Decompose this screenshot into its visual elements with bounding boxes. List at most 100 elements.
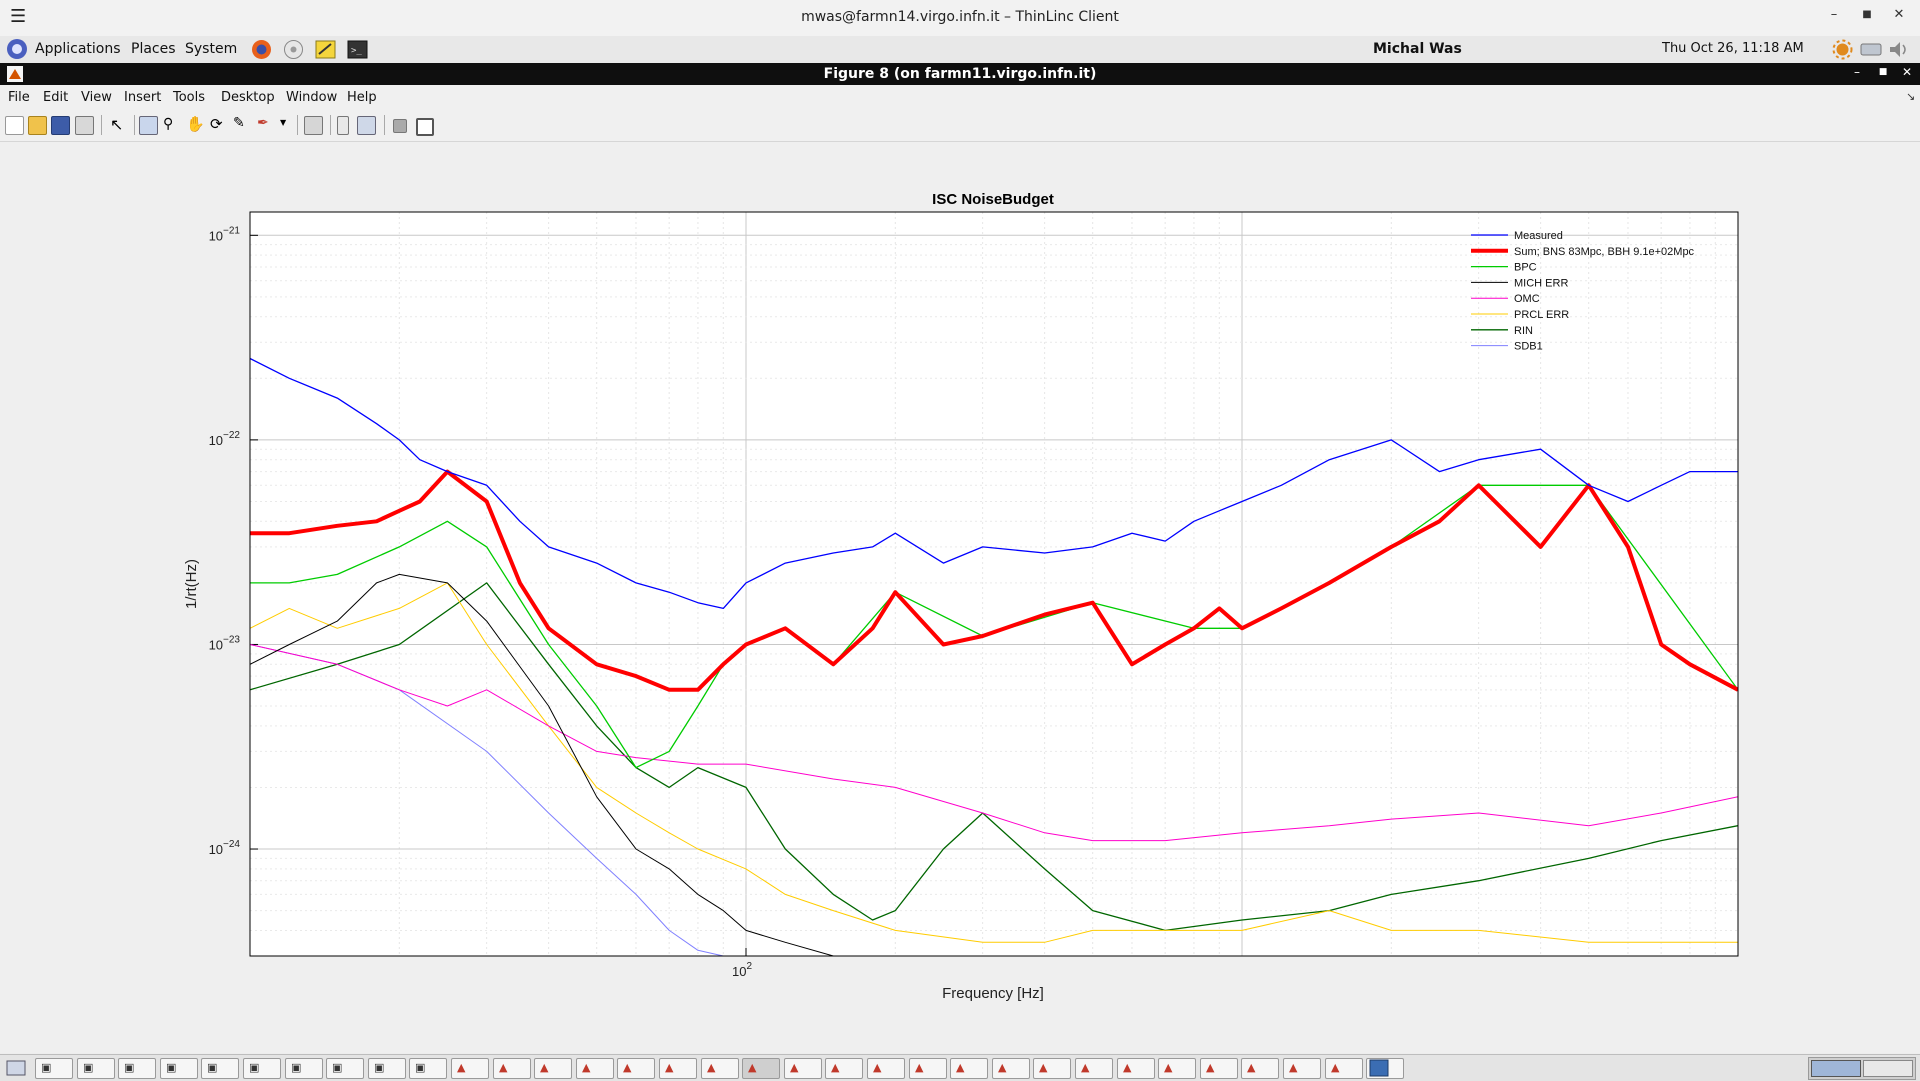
taskbar-window-button[interactable]: ▣ <box>326 1058 364 1079</box>
show-plot-tools-icon[interactable] <box>416 118 434 136</box>
new-figure-icon[interactable] <box>5 116 24 135</box>
brush-dropdown-icon[interactable]: ▼ <box>280 118 286 127</box>
workspace-2[interactable] <box>1863 1060 1913 1077</box>
taskbar-window-button[interactable]: ▲ <box>1200 1058 1238 1079</box>
pan-hand-icon[interactable]: ✋ <box>186 115 205 133</box>
minimize-icon[interactable]: – <box>1824 7 1844 22</box>
taskbar-window-button[interactable]: ▣ <box>243 1058 281 1079</box>
figure-minimize-icon[interactable]: – <box>1848 65 1866 79</box>
taskbar-window-button[interactable]: ▲ <box>1075 1058 1113 1079</box>
data-cursor-icon[interactable]: ✎ <box>233 115 245 131</box>
zoom-in-icon[interactable] <box>139 116 158 135</box>
y-axis-label: 1/rt(Hz) <box>183 559 200 609</box>
menu-window[interactable]: Window <box>286 90 337 105</box>
taskbar-window-button[interactable]: ▣ <box>118 1058 156 1079</box>
print-icon[interactable] <box>75 116 94 135</box>
network-icon[interactable] <box>1860 40 1882 59</box>
x-tick-label: 102 <box>732 961 752 979</box>
places-menu[interactable]: Places <box>131 41 176 57</box>
link-plot-icon[interactable] <box>304 116 323 135</box>
edit-plot-arrow-icon[interactable]: ↖ <box>110 115 123 134</box>
taskbar-window-button[interactable]: ▲ <box>451 1058 489 1079</box>
mail-client-icon[interactable] <box>283 39 304 60</box>
legend-entry-label: OMC <box>1514 293 1540 305</box>
noise-budget-chart[interactable]: ISC NoiseBudget 10−2110−2210−2310−24102 … <box>0 142 1920 1053</box>
menu-desktop[interactable]: Desktop <box>221 90 275 105</box>
taskbar-window-button[interactable]: ▣ <box>35 1058 73 1079</box>
firefox-icon[interactable] <box>251 39 272 60</box>
menu-tools[interactable]: Tools <box>173 90 205 105</box>
insert-legend-icon[interactable] <box>357 116 376 135</box>
svg-text:>_: >_ <box>351 46 362 56</box>
matlab-figure-icon: ▲ <box>499 1061 508 1074</box>
taskbar-window-button[interactable]: ▲ <box>1117 1058 1155 1079</box>
volume-icon[interactable] <box>1888 40 1910 59</box>
taskbar-window-button[interactable]: ▲ <box>784 1058 822 1079</box>
window-icon: ▣ <box>41 1061 52 1074</box>
clock[interactable]: Thu Oct 26, 11:18 AM <box>1662 41 1804 56</box>
hide-plot-tools-icon[interactable] <box>393 119 407 133</box>
taskbar-window-button[interactable]: ▲ <box>701 1058 739 1079</box>
save-icon[interactable] <box>51 116 70 135</box>
terminal-icon[interactable]: >_ <box>347 39 368 60</box>
chart-title: ISC NoiseBudget <box>932 191 1054 208</box>
user-name[interactable]: Michal Was <box>1373 41 1462 57</box>
taskbar-window-button[interactable]: ▲ <box>950 1058 988 1079</box>
matlab-figure-icon: ▲ <box>956 1061 965 1074</box>
taskbar-window-button[interactable]: ▲ <box>659 1058 697 1079</box>
taskbar-window-button[interactable]: ▲ <box>909 1058 947 1079</box>
window-icon: ▣ <box>332 1061 343 1074</box>
brush-icon[interactable]: ✒ <box>257 115 269 131</box>
terminal-launcher-icon[interactable] <box>1368 1057 1390 1079</box>
taskbar-window-button[interactable]: ▲ <box>825 1058 863 1079</box>
open-file-icon[interactable] <box>28 116 47 135</box>
close-icon[interactable]: ✕ <box>1889 7 1909 22</box>
matlab-figure-icon: ▲ <box>457 1061 466 1074</box>
matlab-figure-icon: ▲ <box>1206 1061 1215 1074</box>
gnome-foot-icon[interactable] <box>6 38 28 60</box>
menu-view[interactable]: View <box>81 90 112 105</box>
update-notifier-icon[interactable] <box>1832 39 1853 60</box>
rotate-3d-icon[interactable]: ⟳ <box>210 115 223 133</box>
insert-colorbar-icon[interactable] <box>337 116 349 135</box>
taskbar-window-button[interactable]: ▣ <box>409 1058 447 1079</box>
taskbar-window-button[interactable]: ▲ <box>742 1058 780 1079</box>
text-editor-icon[interactable] <box>315 39 336 60</box>
window-icon: ▣ <box>415 1061 426 1074</box>
figure-close-icon[interactable]: ✕ <box>1898 65 1916 79</box>
dock-arrow-icon[interactable]: ↘ <box>1906 90 1915 103</box>
taskbar-window-button[interactable]: ▣ <box>285 1058 323 1079</box>
menu-edit[interactable]: Edit <box>43 90 68 105</box>
zoom-out-icon[interactable]: ⚲ <box>163 116 173 132</box>
taskbar-window-button[interactable]: ▲ <box>576 1058 614 1079</box>
taskbar-window-button[interactable]: ▲ <box>1325 1058 1363 1079</box>
menu-file[interactable]: File <box>8 90 30 105</box>
taskbar-window-button[interactable]: ▲ <box>1158 1058 1196 1079</box>
taskbar-window-button[interactable]: ▲ <box>992 1058 1030 1079</box>
taskbar-window-button[interactable]: ▲ <box>1033 1058 1071 1079</box>
taskbar-window-button[interactable]: ▲ <box>617 1058 655 1079</box>
figure-maximize-icon[interactable]: ■ <box>1874 67 1892 77</box>
taskbar-window-button[interactable]: ▲ <box>493 1058 531 1079</box>
taskbar-window-button[interactable]: ▲ <box>534 1058 572 1079</box>
applications-menu[interactable]: Applications <box>35 41 121 57</box>
top-panel: Applications Places System >_ Michal Was… <box>0 36 1920 64</box>
workspace-1[interactable] <box>1811 1060 1861 1077</box>
menu-insert[interactable]: Insert <box>124 90 161 105</box>
taskbar-window-button[interactable]: ▣ <box>201 1058 239 1079</box>
show-desktop-icon[interactable] <box>6 1058 26 1078</box>
taskbar-window-button[interactable]: ▲ <box>1241 1058 1279 1079</box>
system-menu[interactable]: System <box>185 41 237 57</box>
taskbar-window-button[interactable]: ▲ <box>1283 1058 1321 1079</box>
legend-entry-label: SDB1 <box>1514 341 1543 353</box>
taskbar-window-button[interactable]: ▣ <box>77 1058 115 1079</box>
taskbar-window-button[interactable]: ▣ <box>368 1058 406 1079</box>
taskbar-window-button[interactable]: ▣ <box>160 1058 198 1079</box>
window-icon: ▣ <box>249 1061 260 1074</box>
plot-area[interactable] <box>249 211 1739 957</box>
matlab-figure-icon: ▲ <box>707 1061 716 1074</box>
menu-help[interactable]: Help <box>347 90 377 105</box>
taskbar-window-button[interactable]: ▲ <box>867 1058 905 1079</box>
workspace-switcher[interactable] <box>1808 1057 1916 1080</box>
maximize-icon[interactable]: ■ <box>1857 9 1877 20</box>
